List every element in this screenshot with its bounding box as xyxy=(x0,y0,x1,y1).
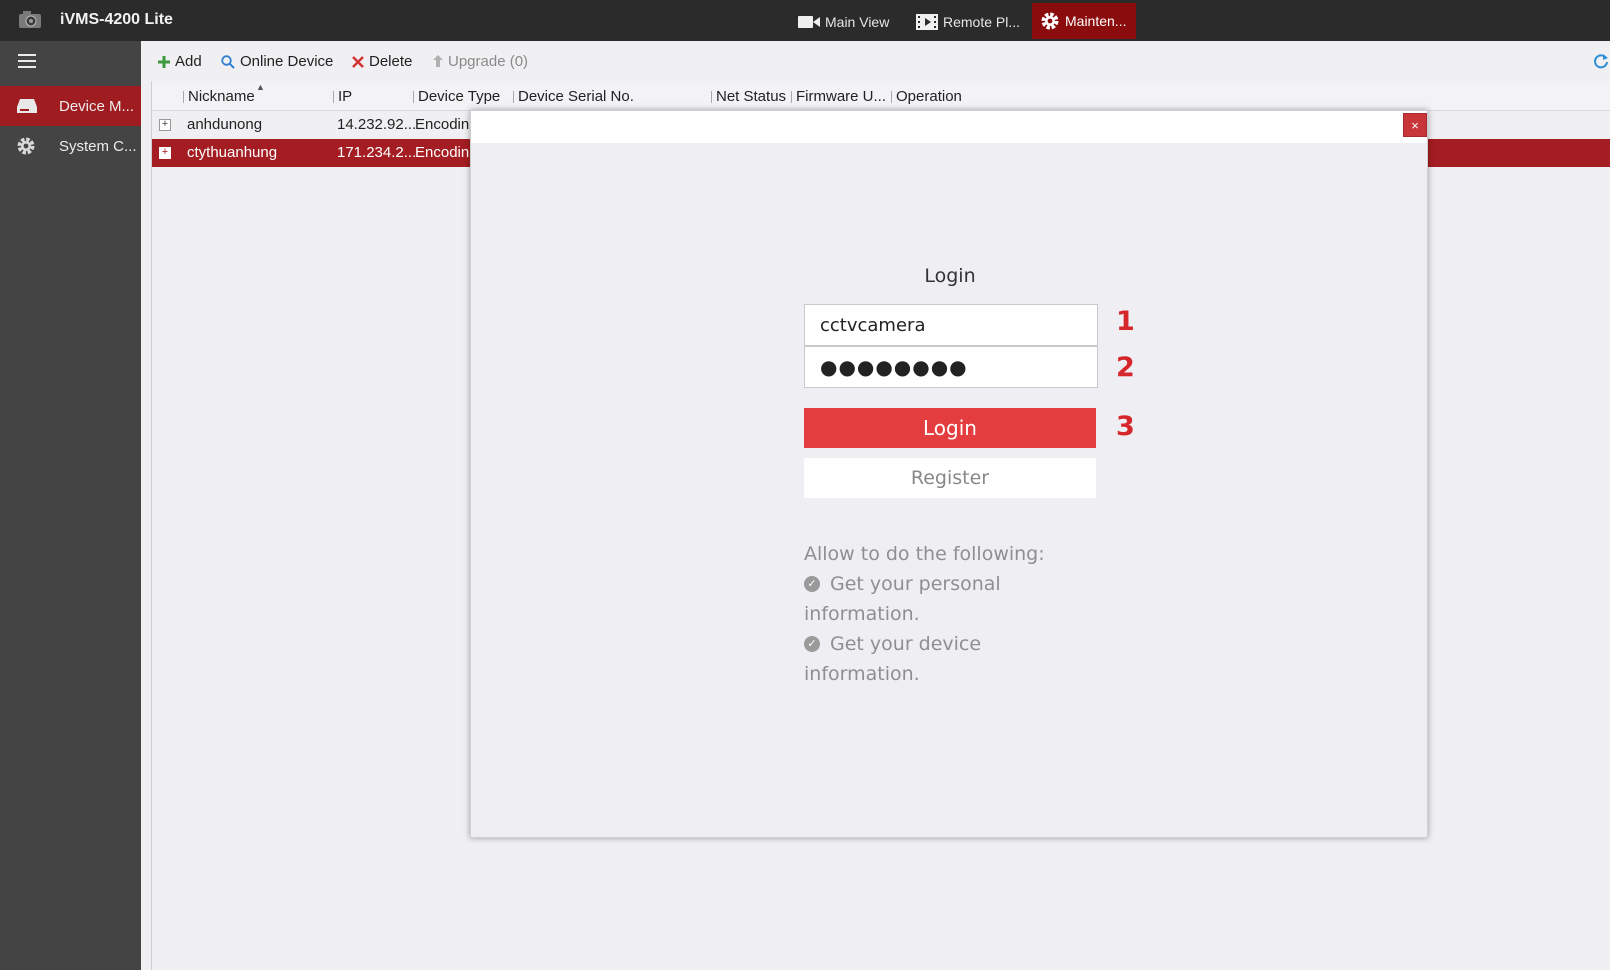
cell-device-type: Encodin xyxy=(415,116,470,133)
close-button[interactable]: × xyxy=(1403,113,1427,137)
permission-item: ✓ Get your device information. xyxy=(804,629,1074,689)
expand-plus-icon[interactable]: + xyxy=(159,147,171,159)
password-input[interactable] xyxy=(804,346,1098,388)
login-dialog: × Login 1 2 3 Login Register Allow to do… xyxy=(470,110,1428,838)
app-title: iVMS-4200 Lite xyxy=(60,11,173,28)
video-camera-icon xyxy=(798,16,820,28)
column-header-serial[interactable]: Device Serial No. xyxy=(513,88,634,105)
sidebar-item-system-label: System C... xyxy=(59,137,137,155)
sort-ascending-icon: ▲ xyxy=(256,82,265,92)
column-header-operation[interactable]: Operation xyxy=(891,88,962,105)
register-button[interactable]: Register xyxy=(804,458,1096,498)
login-button[interactable]: Login xyxy=(804,408,1096,448)
step-marker-1: 1 xyxy=(1116,306,1135,337)
cell-nickname: anhdunong xyxy=(187,116,263,133)
column-header-nickname[interactable]: Nickname xyxy=(183,88,255,105)
refresh-icon[interactable] xyxy=(1594,53,1608,69)
column-header-device-type[interactable]: Device Type xyxy=(412,88,500,105)
sidebar-item-system-configuration[interactable]: System C... xyxy=(0,126,141,166)
sidebar: Device M... System C... xyxy=(0,41,141,970)
sidebar-item-device-management[interactable]: Device M... xyxy=(0,86,141,126)
plus-icon xyxy=(158,55,170,68)
delete-label: Delete xyxy=(369,53,413,70)
permissions-heading: Allow to do the following: xyxy=(804,543,1045,565)
step-marker-2: 2 xyxy=(1116,352,1135,383)
tab-remote-playback-label: Remote Pl... xyxy=(943,14,1021,30)
expand-plus-icon[interactable]: + xyxy=(159,119,171,131)
delete-button[interactable]: Delete xyxy=(352,53,412,70)
permission-text: Get your personal information. xyxy=(804,573,1001,625)
tab-maintenance-label: Mainten... xyxy=(1065,13,1127,29)
column-header-firmware[interactable]: Firmware U... xyxy=(791,88,886,105)
device-drive-icon xyxy=(17,99,37,113)
dialog-header: × xyxy=(471,111,1427,143)
tab-remote-playback[interactable]: Remote Pl... xyxy=(916,6,1020,38)
toolbar: Add Online Device Delete Upgrade (0) xyxy=(141,41,1610,81)
add-button[interactable]: Add xyxy=(158,53,202,70)
upgrade-label: Upgrade (0) xyxy=(448,53,529,70)
check-circle-icon: ✓ xyxy=(804,576,820,592)
gear-icon xyxy=(1041,12,1059,30)
camera-app-icon xyxy=(19,11,41,28)
permission-item: ✓ Get your personal information. xyxy=(804,569,1074,629)
gear-icon xyxy=(17,137,35,155)
online-device-label: Online Device xyxy=(240,53,334,70)
permissions-info: Allow to do the following: ✓ Get your per… xyxy=(804,539,1074,689)
cell-nickname: ctythuanhung xyxy=(187,144,278,161)
column-header-ip[interactable]: IP xyxy=(332,88,352,105)
username-input[interactable] xyxy=(804,304,1098,346)
column-header-net-status[interactable]: Net Status xyxy=(710,88,786,105)
tab-maintenance[interactable]: Mainten... xyxy=(1032,3,1136,39)
tab-main-view[interactable]: Main View xyxy=(798,6,889,38)
cell-ip: 14.232.92... xyxy=(337,116,417,133)
check-circle-icon: ✓ xyxy=(804,636,820,652)
add-label: Add xyxy=(175,53,202,70)
table-header: ▲ Nickname IP Device Type Device Serial … xyxy=(152,81,1610,111)
step-marker-3: 3 xyxy=(1116,411,1135,442)
title-bar: iVMS-4200 Lite Main View Remote Pl... Ma… xyxy=(0,0,1610,41)
upload-arrow-icon xyxy=(433,55,443,67)
search-icon xyxy=(221,54,235,69)
online-device-button[interactable]: Online Device xyxy=(221,53,333,70)
cell-device-type: Encodin xyxy=(415,144,470,161)
sidebar-item-device-label: Device M... xyxy=(59,97,135,115)
film-strip-icon xyxy=(916,14,938,30)
delete-x-icon xyxy=(352,55,364,68)
hamburger-menu-icon[interactable] xyxy=(18,54,36,68)
login-title: Login xyxy=(924,265,976,287)
tab-main-view-label: Main View xyxy=(825,14,890,30)
cell-ip: 171.234.2... xyxy=(337,144,417,161)
upgrade-button[interactable]: Upgrade (0) xyxy=(433,53,528,70)
permission-text: Get your device information. xyxy=(804,633,982,685)
